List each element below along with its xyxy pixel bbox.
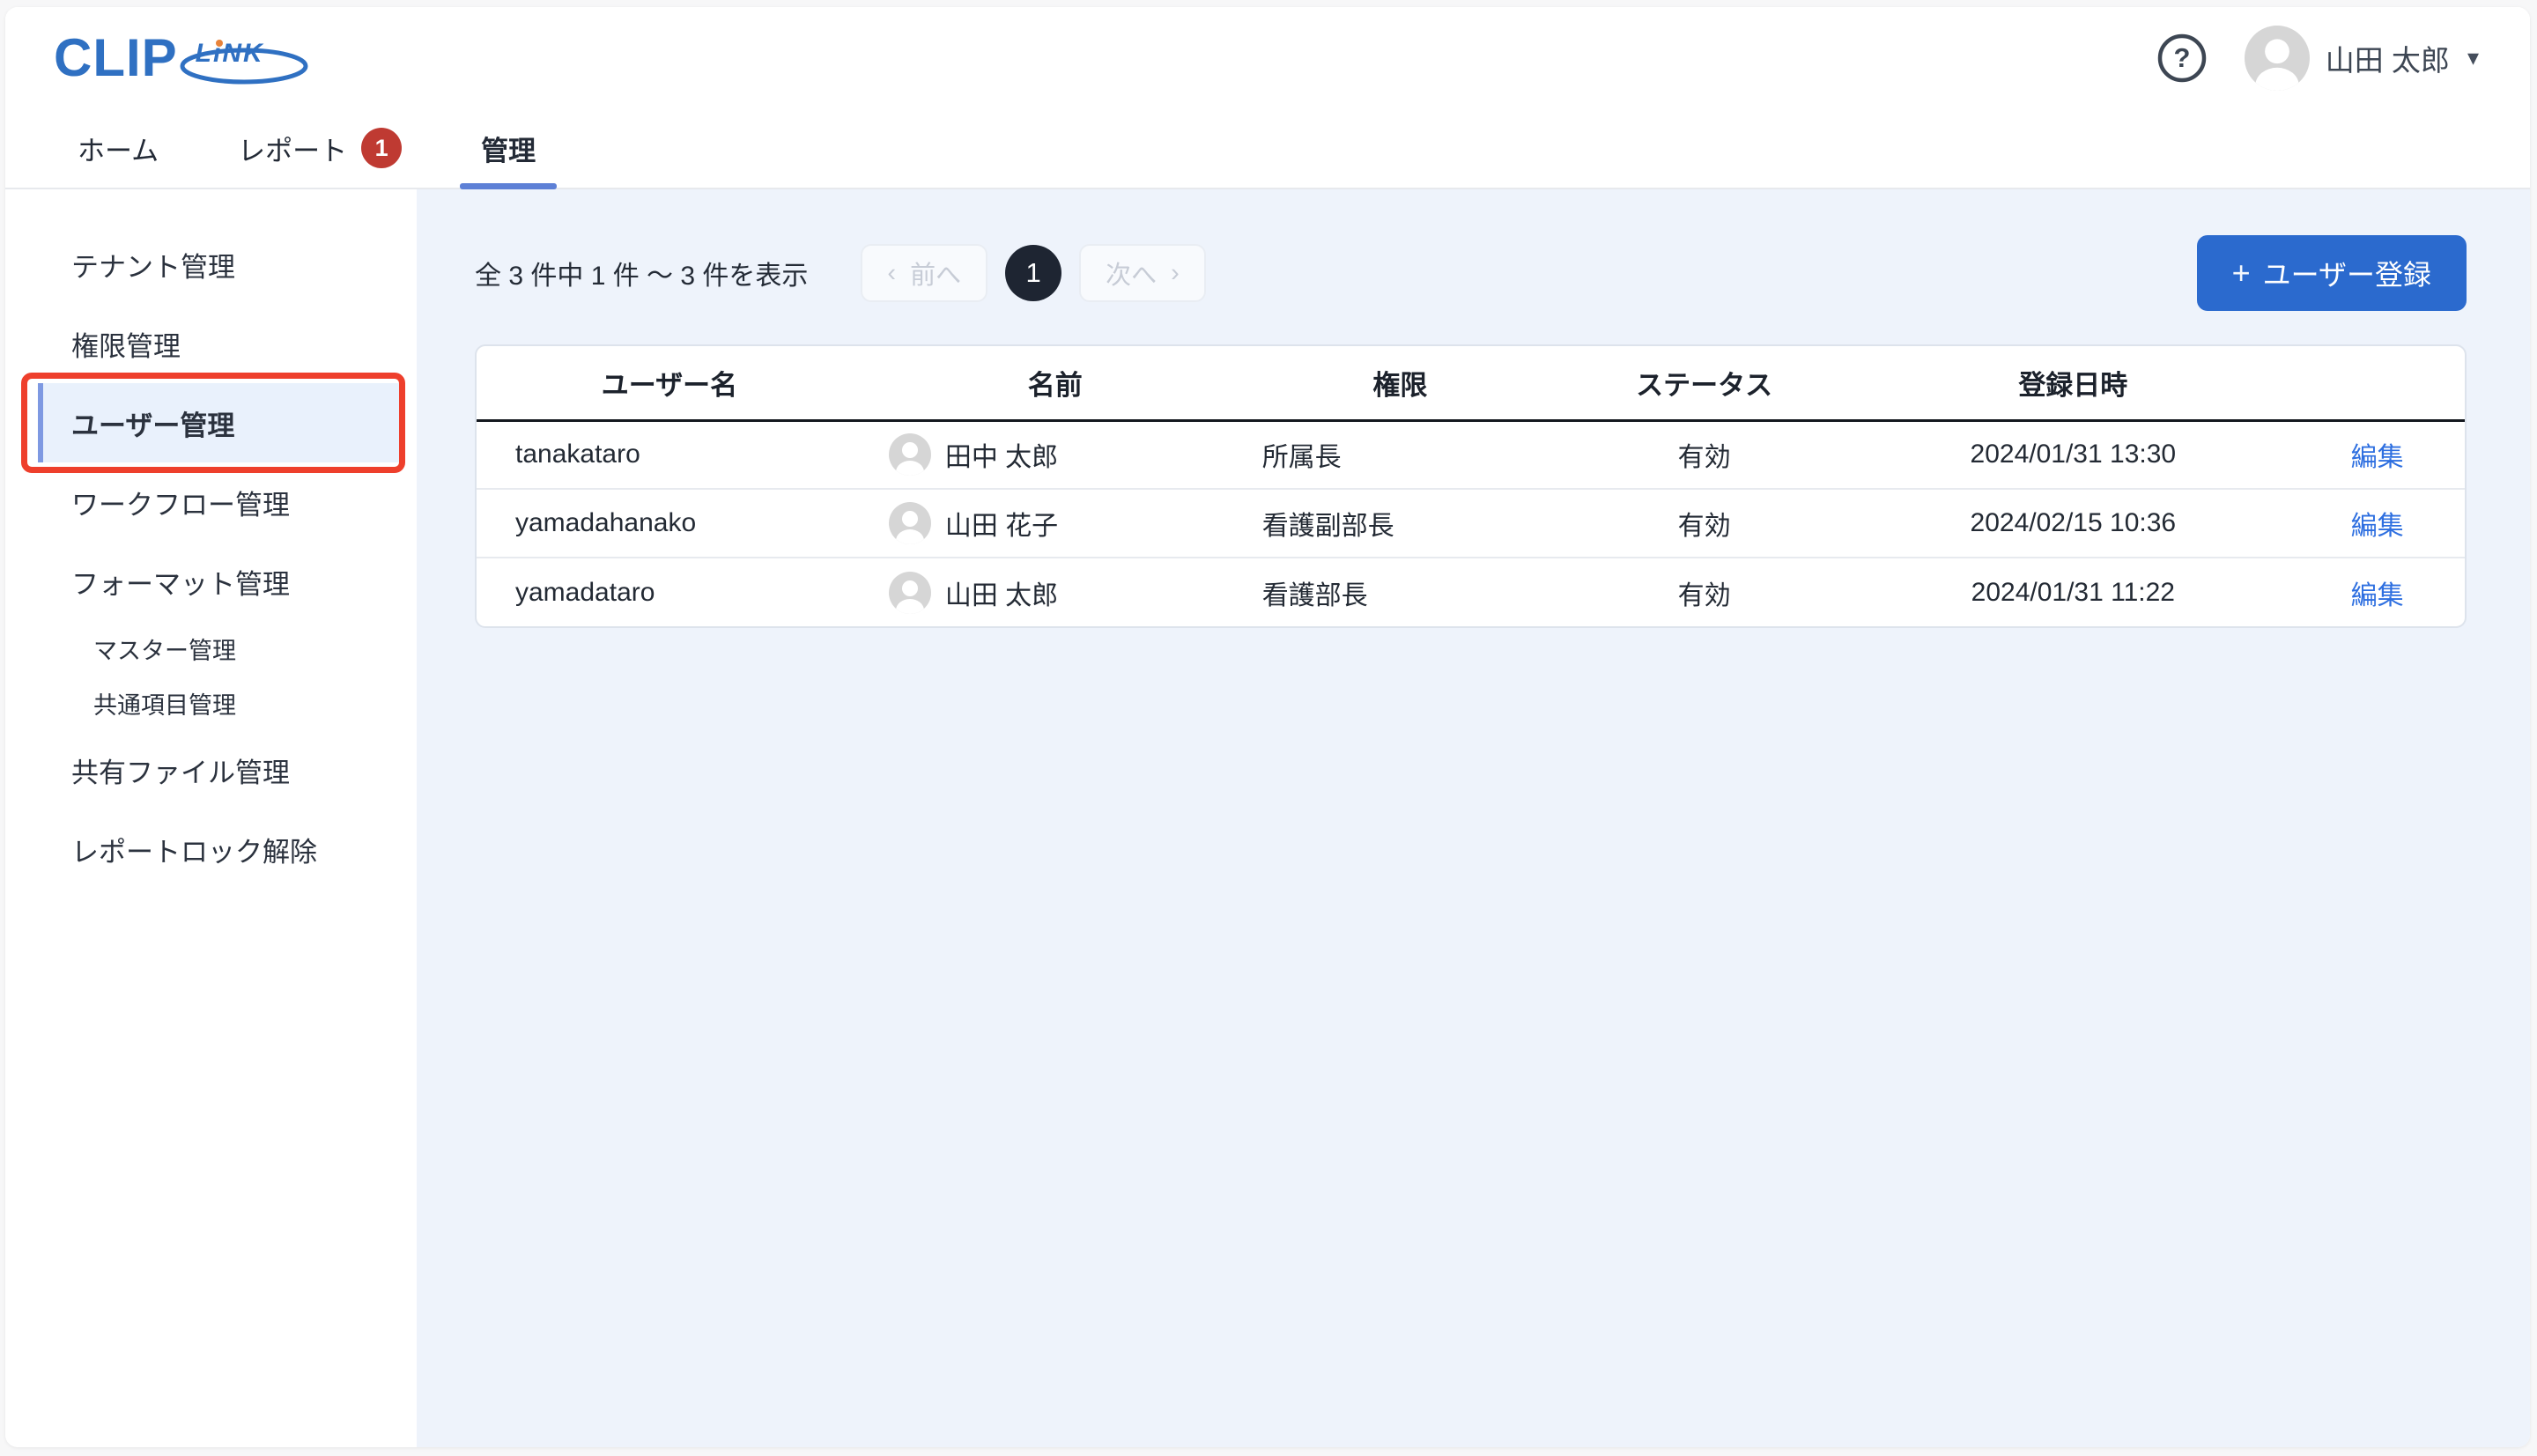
- sidebar-item-user-management[interactable]: ユーザー管理: [38, 383, 399, 462]
- cell-name: 田中 太郎: [889, 433, 1248, 476]
- users-table: ユーザー名 名前 権限 ステータス 登録日時 tanakataro: [477, 346, 2465, 626]
- user-name: 山田 太郎: [2326, 37, 2450, 79]
- cell-registered: 2024/02/15 10:36: [1856, 489, 2289, 558]
- current-page-indicator[interactable]: 1: [1005, 245, 1061, 301]
- pagination: ‹ 前へ 1 次へ ›: [861, 244, 1205, 302]
- chevron-right-icon: ›: [1171, 259, 1180, 288]
- table-row: tanakataro 田中 太郎 所属長 有効 2024/01/31 13:30…: [477, 420, 2465, 489]
- clip-link-logo[interactable]: CLIP LiNK: [54, 32, 300, 85]
- app-window: CLIP LiNK ? 山田 太郎 ▾ ホーム: [5, 7, 2530, 1447]
- chevron-left-icon: ‹: [887, 259, 896, 288]
- col-header-edit: [2289, 346, 2465, 420]
- result-count-summary: 全 3 件中 1 件 ～ 3 件を表示: [475, 254, 808, 292]
- cell-username: yamadataro: [477, 558, 862, 626]
- cell-role: 看護部長: [1248, 558, 1552, 626]
- help-icon[interactable]: ?: [2156, 33, 2208, 84]
- cell-registered: 2024/01/31 11:22: [1856, 558, 2289, 626]
- users-table-card: ユーザー名 名前 権限 ステータス 登録日時 tanakataro: [475, 344, 2467, 628]
- user-menu[interactable]: 山田 太郎 ▾: [2245, 26, 2479, 91]
- tab-report[interactable]: レポート 1: [217, 108, 423, 188]
- sidebar-item-workflow[interactable]: ワークフロー管理: [5, 462, 417, 542]
- col-header-status: ステータス: [1552, 346, 1856, 420]
- row-avatar: [889, 502, 931, 544]
- cell-status: 有効: [1552, 558, 1856, 626]
- table-row: yamadataro 山田 太郎 看護部長 有効 2024/01/31 11:2…: [477, 558, 2465, 626]
- cell-role: 所属長: [1248, 420, 1552, 489]
- col-header-name: 名前: [862, 346, 1248, 420]
- main-nav: ホーム レポート 1 管理: [5, 108, 2530, 189]
- next-page-button[interactable]: 次へ ›: [1079, 244, 1206, 302]
- tab-admin[interactable]: 管理: [460, 108, 557, 188]
- add-user-button[interactable]: + ユーザー登録: [2197, 235, 2467, 311]
- plus-icon: +: [2232, 255, 2251, 292]
- sidebar-item-shared-files[interactable]: 共有ファイル管理: [5, 730, 417, 809]
- edit-link[interactable]: 編集: [2351, 443, 2404, 472]
- sidebar-item-format[interactable]: フォーマット管理: [5, 542, 417, 621]
- cell-name: 山田 花子: [889, 502, 1248, 544]
- row-avatar: [889, 572, 931, 614]
- sidebar-item-master[interactable]: マスター管理: [5, 621, 417, 676]
- sidebar-item-tenant[interactable]: テナント管理: [5, 225, 417, 304]
- col-header-username: ユーザー名: [477, 346, 862, 420]
- col-header-role: 権限: [1248, 346, 1552, 420]
- cell-status: 有効: [1552, 489, 1856, 558]
- report-count-badge: 1: [361, 128, 402, 168]
- table-row: yamadahanako 山田 花子 看護副部長 有効 2024/02/15 1…: [477, 489, 2465, 558]
- col-header-registered: 登録日時: [1856, 346, 2289, 420]
- svg-text:?: ?: [2173, 42, 2190, 73]
- prev-page-button[interactable]: ‹ 前へ: [861, 244, 987, 302]
- chevron-down-icon: ▾: [2467, 44, 2479, 71]
- cell-name: 山田 太郎: [889, 572, 1248, 614]
- row-avatar: [889, 433, 931, 476]
- top-header: CLIP LiNK ? 山田 太郎 ▾: [5, 7, 2530, 108]
- edit-link[interactable]: 編集: [2351, 581, 2404, 610]
- edit-link[interactable]: 編集: [2351, 512, 2404, 541]
- sidebar-item-common-fields[interactable]: 共通項目管理: [5, 676, 417, 730]
- logo-clip-text: CLIP: [54, 32, 178, 85]
- user-management-panel: 全 3 件中 1 件 ～ 3 件を表示 ‹ 前へ 1 次へ › + ユーザー登録: [417, 189, 2530, 1447]
- cell-registered: 2024/01/31 13:30: [1856, 420, 2289, 489]
- cell-username: yamadahanako: [477, 489, 862, 558]
- sidebar-item-permission[interactable]: 権限管理: [5, 304, 417, 383]
- logo-orange-dot: [216, 40, 223, 47]
- user-avatar: [2245, 26, 2310, 91]
- sidebar-item-report-unlock[interactable]: レポートロック解除: [5, 809, 417, 889]
- cell-role: 看護副部長: [1248, 489, 1552, 558]
- cell-username: tanakataro: [477, 420, 862, 489]
- cell-status: 有効: [1552, 420, 1856, 489]
- admin-sidebar: テナント管理 権限管理 ユーザー管理 ワークフロー管理 フォーマット管理 マスタ…: [5, 189, 417, 1447]
- logo-link-text: LiNK: [196, 39, 264, 69]
- tab-home[interactable]: ホーム: [56, 108, 180, 188]
